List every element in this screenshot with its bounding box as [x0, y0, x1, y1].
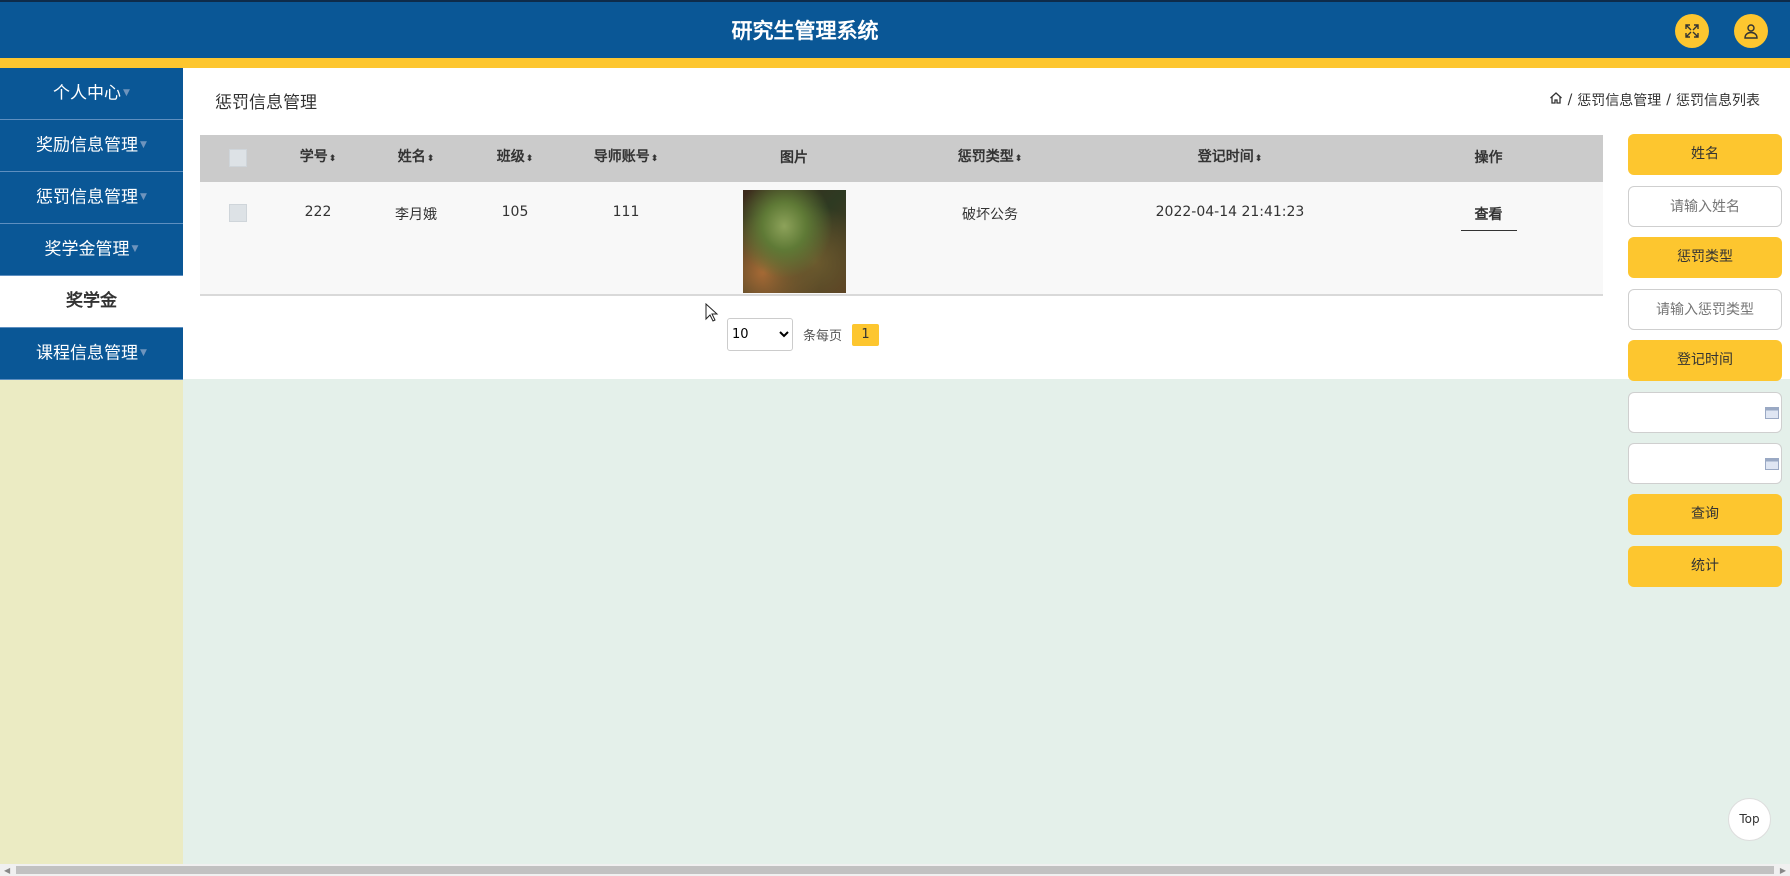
cell-advisor-account: 111	[612, 204, 640, 220]
user-icon[interactable]	[1734, 14, 1768, 48]
scrollbar-thumb[interactable]	[16, 866, 1774, 874]
breadcrumb-separator: /	[1666, 92, 1671, 108]
name-search-label: 姓名	[1628, 134, 1782, 175]
column-header-name[interactable]: 姓名⬍	[360, 134, 472, 183]
caret-down-icon: ▼	[140, 192, 147, 202]
horizontal-scrollbar[interactable]: ◀ ▶	[0, 864, 1790, 876]
view-button[interactable]: 查看	[1460, 204, 1517, 231]
mouse-cursor-icon	[705, 303, 719, 322]
column-label: 惩罚类型	[957, 149, 1014, 165]
cell-class: 105	[501, 204, 529, 220]
top-header: 研究生管理系统	[0, 0, 1790, 58]
sort-icon[interactable]: ⬍	[329, 154, 337, 164]
register-time-start-input[interactable]	[1628, 392, 1782, 433]
column-header-punishment-type[interactable]: 惩罚类型⬍	[894, 134, 1086, 183]
column-label: 操作	[1474, 150, 1503, 166]
sort-icon[interactable]: ⬍	[1015, 154, 1023, 164]
column-header-actions: 操作	[1374, 135, 1603, 182]
caret-down-icon: ▼	[123, 88, 130, 98]
cell-name: 李月娥	[395, 207, 437, 223]
punishment-type-input[interactable]	[1628, 289, 1782, 330]
page-size-select[interactable]: 10 20 50	[727, 318, 793, 351]
sidebar-item-label: 惩罚信息管理	[36, 187, 139, 208]
breadcrumb-punishment-list: 惩罚信息列表	[1676, 93, 1760, 109]
row-select-cell	[200, 182, 276, 222]
sort-icon[interactable]: ⬍	[526, 154, 534, 164]
back-to-top-button[interactable]: Top	[1728, 798, 1771, 841]
query-button[interactable]: 查询	[1628, 494, 1782, 535]
cell-image	[694, 182, 894, 297]
breadcrumb: / 惩罚信息管理 / 惩罚信息列表	[1549, 90, 1760, 110]
breadcrumb-punishment-management[interactable]: 惩罚信息管理	[1577, 90, 1661, 110]
sort-icon[interactable]: ⬍	[427, 154, 435, 164]
sidebar: 个人中心 ▼ 奖励信息管理 ▼ 惩罚信息管理 ▼ 奖学金管理 ▼ 奖学金 课程信息管理 ▼	[0, 68, 183, 864]
cell-actions: 查看	[1374, 182, 1603, 231]
calendar-icon[interactable]	[1765, 457, 1779, 470]
register-time-end-input[interactable]	[1628, 443, 1782, 484]
select-all-cell	[200, 135, 276, 182]
column-label: 姓名	[397, 149, 426, 165]
table-row: 222 李月娥 105 111 破坏公务 2022-04-14 21:41:23…	[200, 182, 1603, 296]
column-header-image: 图片	[694, 135, 894, 182]
cell-register-time: 2022-04-14 21:41:23	[1155, 204, 1305, 220]
scroll-left-icon[interactable]: ◀	[4, 866, 10, 875]
table-header: 学号⬍ 姓名⬍ 班级⬍ 导师账号⬍ 图片 惩罚类型⬍ 登记时间⬍ 操作	[200, 135, 1603, 182]
sort-icon[interactable]: ⬍	[651, 154, 659, 164]
sidebar-item-label: 奖学金	[66, 291, 117, 311]
column-header-student-id[interactable]: 学号⬍	[276, 134, 360, 183]
name-search-input[interactable]	[1628, 186, 1782, 227]
column-header-advisor-account[interactable]: 导师账号⬍	[558, 134, 694, 183]
scroll-right-icon[interactable]: ▶	[1780, 866, 1786, 875]
sidebar-item-punishment-management[interactable]: 惩罚信息管理 ▼	[0, 172, 183, 224]
pagination: 10 20 50 条每页 1	[727, 318, 880, 351]
sidebar-item-label: 课程信息管理	[36, 343, 139, 364]
sidebar-item-label: 个人中心	[53, 83, 122, 104]
expand-icon[interactable]	[1675, 14, 1709, 48]
column-label: 登记时间	[1197, 149, 1254, 165]
sidebar-item-course-management[interactable]: 课程信息管理 ▼	[0, 328, 183, 380]
cell-student-id: 222	[304, 204, 332, 220]
register-time-label: 登记时间	[1628, 340, 1782, 381]
punishment-table: 学号⬍ 姓名⬍ 班级⬍ 导师账号⬍ 图片 惩罚类型⬍ 登记时间⬍ 操作 222 …	[200, 135, 1603, 296]
column-label: 班级	[496, 149, 525, 165]
column-label: 图片	[780, 150, 808, 166]
sidebar-item-personal-center[interactable]: 个人中心 ▼	[0, 68, 183, 120]
sidebar-item-scholarship-management[interactable]: 奖学金管理 ▼	[0, 224, 183, 276]
punishment-photo-thumbnail[interactable]	[742, 190, 846, 293]
breadcrumb-separator: /	[1567, 92, 1573, 108]
column-label: 导师账号	[593, 149, 650, 165]
column-header-register-time[interactable]: 登记时间⬍	[1086, 134, 1374, 183]
sidebar-item-label: 奖励信息管理	[36, 135, 139, 156]
sidebar-item-label: 奖学金管理	[44, 239, 130, 260]
header-accent-stripe	[0, 58, 1790, 68]
caret-down-icon: ▼	[140, 348, 147, 358]
row-checkbox[interactable]	[229, 204, 247, 222]
calendar-icon[interactable]	[1765, 406, 1779, 419]
sidebar-subitem-scholarship[interactable]: 奖学金	[0, 276, 183, 328]
column-label: 学号	[299, 149, 328, 165]
page-number-current[interactable]: 1	[852, 323, 880, 346]
caret-down-icon: ▼	[140, 140, 147, 150]
home-icon[interactable]	[1549, 91, 1563, 109]
per-page-label: 条每页	[803, 329, 843, 344]
app-title: 研究生管理系统	[731, 19, 879, 43]
sidebar-item-reward-management[interactable]: 奖励信息管理 ▼	[0, 120, 183, 172]
page-title: 惩罚信息管理	[215, 93, 317, 113]
statistics-button[interactable]: 统计	[1628, 546, 1782, 587]
select-all-checkbox[interactable]	[229, 149, 247, 167]
punishment-type-label: 惩罚类型	[1628, 237, 1782, 278]
sort-icon[interactable]: ⬍	[1255, 154, 1263, 164]
caret-down-icon: ▼	[131, 244, 139, 254]
column-header-class[interactable]: 班级⬍	[472, 134, 558, 183]
cell-punishment-type: 破坏公务	[962, 207, 1018, 223]
